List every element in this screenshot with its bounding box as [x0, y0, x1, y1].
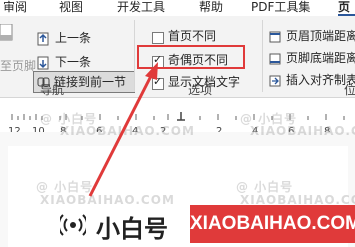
broadcast-logo-icon	[60, 214, 86, 236]
brand-name: 小白号	[96, 215, 168, 243]
brand-url-badge: XIAOBAIHAO.COM	[190, 205, 355, 243]
brand-url: XIAOBAIHAO.COM	[190, 213, 355, 234]
